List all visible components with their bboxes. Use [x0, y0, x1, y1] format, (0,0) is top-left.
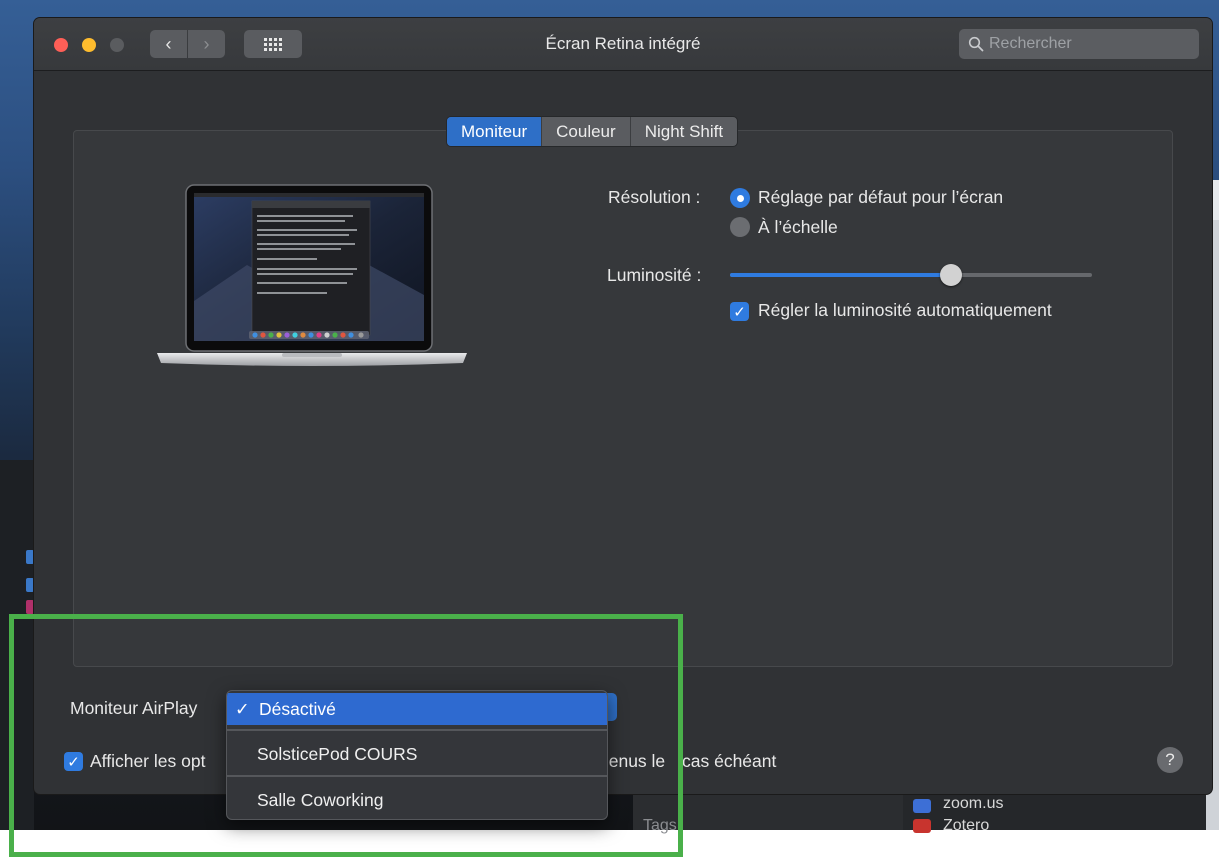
background-app-marker [26, 550, 34, 564]
checkmark-icon: ✓ [733, 303, 746, 321]
tab-night-shift[interactable]: Night Shift [629, 117, 737, 146]
resolution-scaled-radio[interactable] [730, 217, 750, 237]
search-icon [968, 36, 984, 52]
zoom-app-icon [913, 799, 931, 813]
resolution-label: Résolution : [608, 187, 701, 207]
brightness-slider-knob[interactable] [940, 264, 962, 286]
tab-moniteur[interactable]: Moniteur [447, 117, 542, 146]
tab-couleur[interactable]: Couleur [541, 117, 630, 146]
help-button[interactable]: ? [1157, 747, 1183, 773]
auto-brightness-label[interactable]: Régler la luminosité automatiquement [758, 300, 1052, 321]
brightness-label: Luminosité : [607, 265, 702, 285]
background-app-marker [26, 600, 34, 614]
show-mirroring-options-label-end[interactable]: cas échéant [682, 751, 776, 772]
resolution-scaled-label[interactable]: À l’échelle [758, 217, 838, 238]
brightness-slider-fill [730, 273, 951, 277]
auto-brightness-checkbox[interactable]: ✓ [730, 302, 749, 321]
background-app-zotero[interactable]: Zotero [943, 817, 989, 835]
zotero-app-icon [913, 819, 931, 833]
background-app-list: zoom.us Zotero [903, 795, 1206, 834]
title-bar: ‹ › Écran Retina intégré Rechercher [34, 18, 1212, 71]
search-field[interactable]: Rechercher [959, 29, 1199, 59]
resolution-default-radio[interactable] [730, 188, 750, 208]
highlight-annotation-box [9, 614, 683, 857]
background-app-marker [26, 578, 34, 592]
macbook-illustration [157, 184, 467, 366]
search-placeholder: Rechercher [989, 35, 1072, 52]
resolution-default-label[interactable]: Réglage par défaut pour l’écran [758, 187, 1003, 208]
tab-bar: Moniteur Couleur Night Shift [446, 116, 739, 147]
background-app-zoom[interactable]: zoom.us [943, 795, 1003, 813]
